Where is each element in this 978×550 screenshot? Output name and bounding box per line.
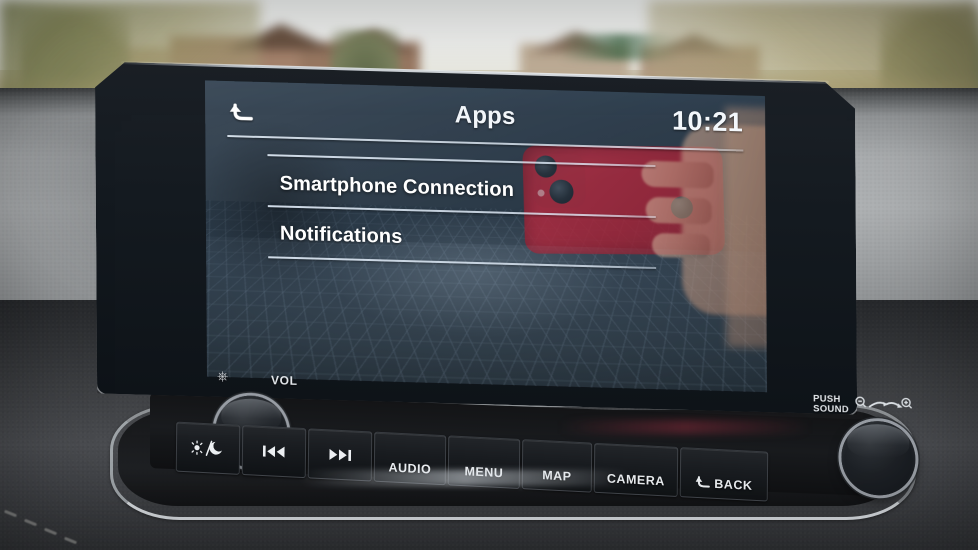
push-sound-label: PUSH SOUND (813, 393, 849, 416)
zoom-range-icons (855, 395, 913, 415)
back-arrow-icon (695, 475, 711, 491)
menu-button-label: MENU (464, 464, 504, 481)
head-unit: Apps 10:21 Smartphone Connection Notific… (95, 61, 916, 497)
list-item-notifications[interactable]: Notifications (280, 223, 403, 249)
camera-button-label: CAMERA (606, 471, 665, 489)
camera-button[interactable]: CAMERA (593, 442, 679, 498)
screen-ui: Apps 10:21 Smartphone Connection Notific… (205, 80, 767, 392)
menu-button[interactable]: MENU (447, 435, 521, 490)
list-divider (268, 256, 657, 270)
next-track-button[interactable] (307, 428, 373, 482)
list-item-smartphone-connection[interactable]: Smartphone Connection (280, 173, 514, 203)
day-night-display-icon (191, 439, 225, 457)
back-button-label: BACK (714, 476, 753, 493)
audio-button[interactable]: AUDIO (373, 431, 447, 486)
status-bar: Apps 10:21 (205, 90, 765, 150)
list-divider (267, 154, 656, 168)
map-button[interactable]: MAP (521, 439, 593, 493)
list-divider (267, 205, 656, 219)
previous-track-icon (262, 444, 286, 459)
back-button[interactable]: BACK (679, 447, 769, 502)
map-button-label: MAP (542, 468, 572, 484)
infotainment-screen[interactable]: Apps 10:21 Smartphone Connection Notific… (204, 80, 768, 393)
audio-button-label: AUDIO (388, 460, 432, 477)
clock: 10:21 (671, 105, 744, 138)
next-track-icon (328, 447, 352, 462)
knob-sheen (847, 423, 910, 460)
display-day-night-button[interactable] (175, 421, 241, 475)
photo-stage: Apps 10:21 Smartphone Connection Notific… (0, 0, 978, 550)
sound-label: SOUND (813, 403, 849, 416)
previous-track-button[interactable] (241, 424, 307, 479)
